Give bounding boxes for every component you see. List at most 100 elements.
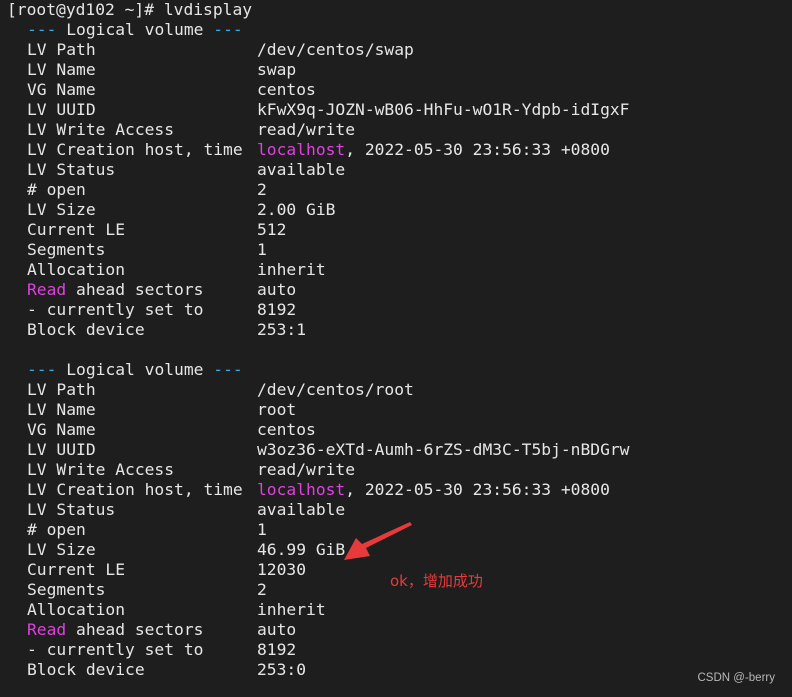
field-label-text: LV Status xyxy=(27,160,116,179)
watermark: CSDN @-berry xyxy=(697,672,776,684)
field-label-text: # open xyxy=(27,180,86,199)
header-title: Logical volume xyxy=(66,360,204,379)
field-label: LV Write Access xyxy=(27,460,174,480)
field-label: # open xyxy=(27,180,86,200)
field-value: available xyxy=(257,160,345,180)
field-label: Segments xyxy=(27,580,105,600)
field-label: Read ahead sectors xyxy=(27,620,203,640)
field-row: LV Status available xyxy=(7,160,345,180)
field-label-text: Current LE xyxy=(27,220,126,239)
field-row: Segments 2 xyxy=(7,580,267,600)
field-value-text: , 2022-05-30 23:56:33 +0800 xyxy=(345,480,610,499)
field-label: - currently set to xyxy=(27,640,203,660)
field-label-text: LV Path xyxy=(27,40,96,59)
field-label-text: LV Write Access xyxy=(27,460,175,479)
field-row: Read ahead sectors auto xyxy=(7,280,296,300)
field-row: Allocation inherit xyxy=(7,600,326,620)
field-value-text: swap xyxy=(257,60,297,79)
field-row: # open 2 xyxy=(7,180,267,200)
field-value-text: 1 xyxy=(257,240,267,259)
field-value: swap xyxy=(257,60,296,80)
field-row: Segments 1 xyxy=(7,240,267,260)
field-value-text: 2 xyxy=(257,580,267,599)
field-label: VG Name xyxy=(27,420,96,440)
field-value-text: centos xyxy=(257,420,316,439)
field-label-text: Segments xyxy=(27,580,106,599)
field-value-text: auto xyxy=(257,620,297,639)
field-row: LV Write Access read/write xyxy=(7,460,355,480)
field-label-text: LV Name xyxy=(27,400,96,419)
field-value-text: 253:0 xyxy=(257,660,307,679)
field-label-text: LV Name xyxy=(27,60,96,79)
field-row: LV Size 46.99 GiB xyxy=(7,540,345,560)
field-value: 253:1 xyxy=(257,320,306,340)
field-label-text: VG Name xyxy=(27,80,96,99)
field-value-text: w3oz36-eXTd-Aumh-6rZS-dM3C-T5bj-nBDGrw xyxy=(257,440,630,459)
volume-header: --- Logical volume --- xyxy=(7,20,252,40)
field-value-text: read/write xyxy=(257,120,356,139)
field-value-text: centos xyxy=(257,80,316,99)
field-value: /dev/centos/swap xyxy=(257,40,414,60)
field-value: inherit xyxy=(257,260,326,280)
field-value-host: localhost xyxy=(257,480,346,499)
field-value-text: available xyxy=(257,500,346,519)
field-row: LV Size 2.00 GiB xyxy=(7,200,335,220)
field-value-text: kFwX9q-JOZN-wB06-HhFu-wO1R-Ydpb-idIgxF xyxy=(257,100,630,119)
field-label-text: LV Write Access xyxy=(27,120,175,139)
command-prompt: [root@yd102 ~]# lvdisplay xyxy=(7,0,253,19)
field-value: 1 xyxy=(257,520,267,540)
field-label-text: Block device xyxy=(27,660,145,679)
field-label-text: Segments xyxy=(27,240,106,259)
field-value-text: , 2022-05-30 23:56:33 +0800 xyxy=(345,140,610,159)
field-label: LV Status xyxy=(27,160,115,180)
field-value: 253:0 xyxy=(257,660,306,680)
field-label: Current LE xyxy=(27,220,125,240)
field-row: Block device 253:1 xyxy=(7,320,306,340)
field-label: LV UUID xyxy=(27,440,96,460)
field-value-text: inherit xyxy=(257,600,326,619)
field-value-text: available xyxy=(257,160,346,179)
field-value: 2 xyxy=(257,180,267,200)
field-label-text: LV UUID xyxy=(27,100,96,119)
field-value: kFwX9q-JOZN-wB06-HhFu-wO1R-Ydpb-idIgxF xyxy=(257,100,629,120)
field-value-text: 2.00 GiB xyxy=(257,200,336,219)
field-value: 12030 xyxy=(257,560,306,580)
field-label-highlight: Read xyxy=(27,280,67,299)
field-value: 512 xyxy=(257,220,286,240)
field-value-text: inherit xyxy=(257,260,326,279)
red-arrow-icon xyxy=(344,522,412,560)
field-value-text: 1 xyxy=(257,520,267,539)
field-label-text: Block device xyxy=(27,320,145,339)
field-value-text: read/write xyxy=(257,460,356,479)
field-label: Allocation xyxy=(27,260,125,280)
field-label: # open xyxy=(27,520,86,540)
field-label: LV Path xyxy=(27,40,96,60)
field-label-highlight: Read xyxy=(27,620,67,639)
field-label: LV UUID xyxy=(27,100,96,120)
field-value: available xyxy=(257,500,345,520)
field-label-text: Allocation xyxy=(27,600,126,619)
field-value-text: root xyxy=(257,400,297,419)
field-label: Segments xyxy=(27,240,105,260)
field-value-text: 8192 xyxy=(257,640,297,659)
field-label: Read ahead sectors xyxy=(27,280,203,300)
field-value: 2.00 GiB xyxy=(257,200,335,220)
field-value-host: localhost xyxy=(257,140,346,159)
field-value: 2 xyxy=(257,580,267,600)
field-value: read/write xyxy=(257,120,355,140)
field-value: 1 xyxy=(257,240,267,260)
field-label-text: LV Path xyxy=(27,380,96,399)
field-row: LV Path/dev/centos/swap xyxy=(7,40,414,60)
field-label: LV Creation host, time xyxy=(27,480,243,500)
annotation-text: ok，增加成功 xyxy=(390,572,483,590)
header-title: Logical volume xyxy=(66,20,204,39)
field-row: LV Write Access read/write xyxy=(7,120,355,140)
field-row: LV Creation host, time localhost, 2022-05… xyxy=(7,480,610,500)
field-value: centos xyxy=(257,420,316,440)
field-label-text: LV Size xyxy=(27,200,96,219)
field-label-text: - currently set to xyxy=(27,640,204,659)
field-row: LV Name swap xyxy=(7,60,296,80)
field-value-text: 46.99 GiB xyxy=(257,540,346,559)
field-value-text: /dev/centos/root xyxy=(257,380,414,399)
